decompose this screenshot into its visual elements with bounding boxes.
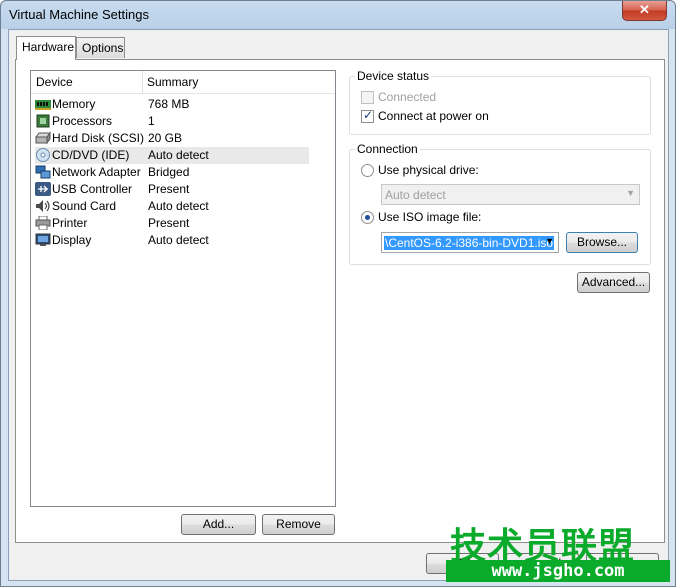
- add-button[interactable]: Add...: [181, 514, 256, 535]
- device-list[interactable]: Device Summary Memory 768 MB Processors …: [30, 70, 336, 507]
- connect-at-power-on-label: Connect at power on: [378, 109, 489, 123]
- device-row-hard-disk[interactable]: Hard Disk (SCSI) 20 GB: [35, 130, 309, 147]
- iso-path-input[interactable]: \CentOS-6.2-i386-bin-DVD1.iso: [384, 236, 555, 250]
- advanced-button[interactable]: Advanced...: [577, 272, 650, 293]
- cd-dvd-icon: [36, 148, 50, 162]
- device-status-group: Device status Connected Connect at power…: [349, 69, 651, 135]
- use-physical-drive-radio[interactable]: [361, 164, 374, 177]
- vm-settings-window: Virtual Machine Settings ✕ Hardware Opti…: [0, 0, 676, 587]
- tab-options[interactable]: Options: [76, 37, 125, 58]
- connect-at-power-on-checkbox[interactable]: [361, 108, 374, 123]
- hard-disk-icon: [35, 131, 51, 145]
- use-iso-image-radio[interactable]: [361, 211, 374, 224]
- use-iso-image-label: Use ISO image file:: [378, 210, 482, 224]
- watermark-logo: 技术员联盟 www.jsgho.com: [445, 517, 671, 586]
- usb-controller-icon: [35, 182, 51, 196]
- device-name: Display: [52, 233, 92, 247]
- device-row-usb-controller[interactable]: USB Controller Present: [35, 181, 309, 198]
- sound-card-icon: [36, 200, 50, 212]
- device-summary: 768 MB: [148, 97, 190, 111]
- hardware-tab-panel: Device Summary Memory 768 MB Processors …: [15, 59, 665, 543]
- device-row-display[interactable]: Display Auto detect: [35, 232, 309, 249]
- column-separator[interactable]: [142, 71, 143, 93]
- device-summary: Present: [148, 216, 190, 230]
- title-bar[interactable]: Virtual Machine Settings ✕: [1, 1, 675, 29]
- device-status-label: Device status: [355, 69, 432, 83]
- display-icon: [35, 233, 51, 246]
- device-row-processors[interactable]: Processors 1: [35, 113, 309, 130]
- device-summary: Present: [148, 182, 190, 196]
- device-row-sound-card[interactable]: Sound Card Auto detect: [35, 198, 309, 215]
- device-summary: 1: [148, 114, 155, 128]
- device-row-memory[interactable]: Memory 768 MB: [35, 96, 309, 113]
- chevron-down-icon: ▼: [626, 188, 635, 198]
- iso-path-combobox[interactable]: \CentOS-6.2-i386-bin-DVD1.iso ▼: [381, 232, 559, 253]
- physical-drive-value: Auto detect: [385, 188, 446, 202]
- column-header-summary[interactable]: Summary: [147, 75, 198, 89]
- close-button[interactable]: ✕: [622, 1, 667, 21]
- connection-label: Connection: [355, 142, 420, 156]
- physical-drive-select[interactable]: Auto detect ▼: [381, 184, 640, 205]
- printer-icon: [35, 216, 51, 230]
- chevron-down-icon[interactable]: ▼: [545, 236, 554, 246]
- browse-button[interactable]: Browse...: [566, 232, 638, 253]
- tab-hardware[interactable]: Hardware: [16, 36, 76, 60]
- device-name: Memory: [52, 97, 96, 111]
- device-name: Processors: [52, 114, 113, 128]
- device-row-cd-dvd[interactable]: CD/DVD (IDE) Auto detect: [35, 147, 309, 164]
- device-summary: Auto detect: [148, 148, 209, 162]
- connected-label: Connected: [378, 90, 437, 104]
- network-adapter-icon: [35, 165, 51, 179]
- window-title: Virtual Machine Settings: [9, 7, 149, 22]
- device-row-network-adapter[interactable]: Network Adapter Bridged: [35, 164, 309, 181]
- device-name: USB Controller: [52, 182, 133, 196]
- device-name: Sound Card: [52, 199, 117, 213]
- device-summary: Auto detect: [148, 233, 209, 247]
- device-row-printer[interactable]: Printer Present: [35, 215, 309, 232]
- device-summary: 20 GB: [148, 131, 183, 145]
- remove-button[interactable]: Remove: [262, 514, 335, 535]
- device-list-header: Device Summary: [31, 71, 335, 94]
- dialog-client-area: Hardware Options Device Summary Memory 7…: [8, 29, 669, 581]
- device-name: Network Adapter: [52, 165, 141, 179]
- connected-checkbox[interactable]: [361, 91, 374, 104]
- connection-group: Connection Use physical drive: Auto dete…: [349, 142, 651, 265]
- device-summary: Bridged: [148, 165, 190, 179]
- device-name: Printer: [52, 216, 88, 230]
- watermark-url: www.jsgho.com: [446, 560, 670, 582]
- memory-icon: [35, 100, 51, 110]
- device-name: Hard Disk (SCSI): [52, 131, 145, 145]
- column-header-device[interactable]: Device: [36, 75, 73, 89]
- use-physical-drive-label: Use physical drive:: [378, 163, 479, 177]
- device-name: CD/DVD (IDE): [52, 148, 130, 162]
- processor-icon: [36, 114, 50, 128]
- device-summary: Auto detect: [148, 199, 209, 213]
